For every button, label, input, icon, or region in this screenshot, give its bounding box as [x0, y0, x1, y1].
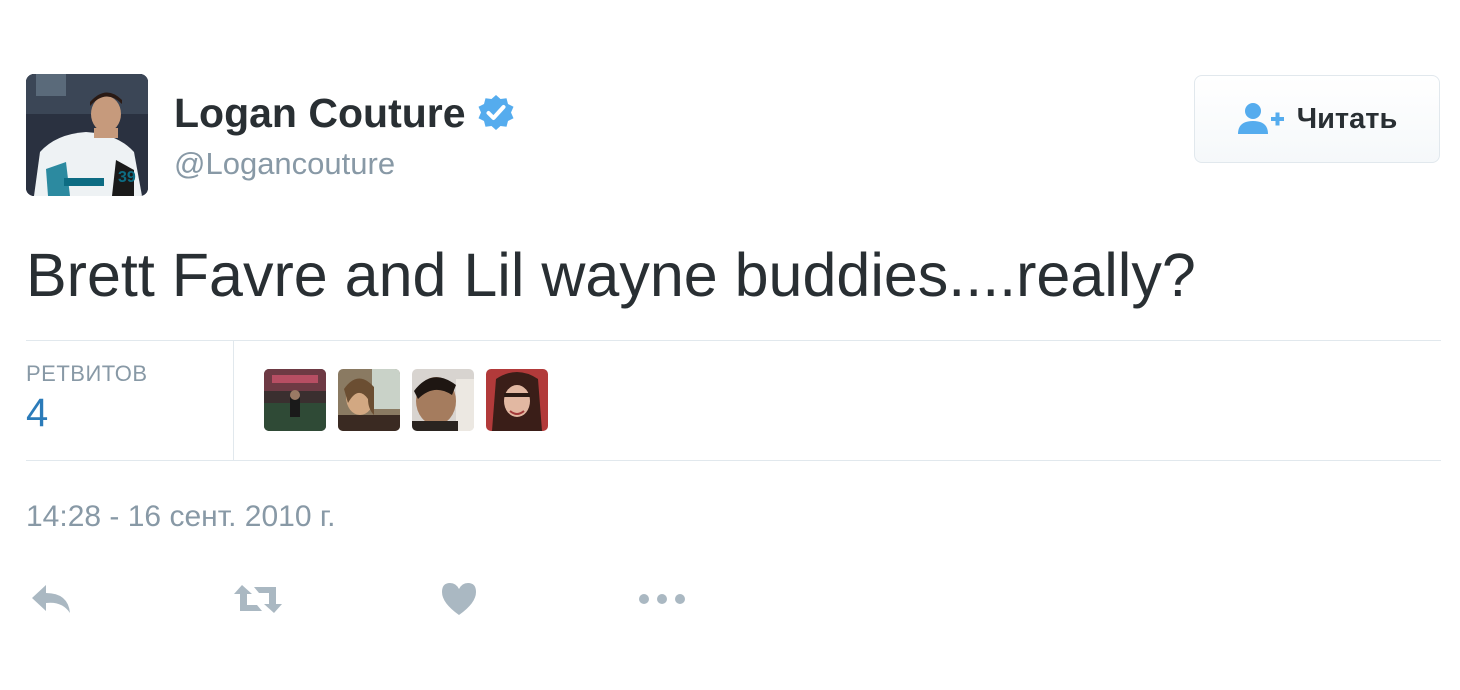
retweets-stat[interactable]: РЕТВИТОВ 4	[26, 341, 234, 460]
user-avatar[interactable]: 39	[26, 74, 148, 196]
user-name-row[interactable]: Logan Couture	[174, 88, 516, 138]
retweeter-avatar-3[interactable]	[412, 369, 474, 431]
tweet-timestamp[interactable]: 14:28 - 16 сент. 2010 г.	[26, 500, 335, 534]
more-dots-icon	[639, 594, 685, 604]
tweet-stats: РЕТВИТОВ 4	[26, 340, 1441, 461]
tweet-actions	[26, 575, 726, 625]
retweet-icon	[234, 585, 282, 613]
follow-button-label: Читать	[1296, 102, 1398, 135]
user-handle[interactable]: @Logancouture	[174, 146, 395, 182]
heart-icon	[442, 583, 476, 615]
svg-text:39: 39	[118, 169, 136, 186]
retweeter-avatar-1[interactable]	[264, 369, 326, 431]
follow-user-plus-icon	[1237, 103, 1284, 134]
reply-button[interactable]	[30, 575, 74, 623]
reply-icon	[32, 585, 70, 613]
avatar-photo-icon: 39	[26, 74, 148, 196]
retweet-button[interactable]	[232, 575, 284, 623]
retweeter-avatar-4[interactable]	[486, 369, 548, 431]
retweets-count: 4	[26, 391, 49, 435]
verified-badge-icon	[476, 93, 516, 133]
tweet-text: Brett Favre and Lil wayne buddies....rea…	[26, 241, 1196, 309]
tweet-card: 39 Logan Couture @Logancouture Читать Br…	[0, 0, 1460, 690]
more-button[interactable]	[636, 575, 688, 623]
retweets-label: РЕТВИТОВ	[26, 361, 148, 386]
follow-button[interactable]: Читать	[1194, 75, 1440, 163]
user-full-name[interactable]: Logan Couture	[174, 90, 466, 137]
retweeter-avatars	[264, 369, 548, 431]
retweeter-avatar-2[interactable]	[338, 369, 400, 431]
like-button[interactable]	[440, 575, 478, 623]
